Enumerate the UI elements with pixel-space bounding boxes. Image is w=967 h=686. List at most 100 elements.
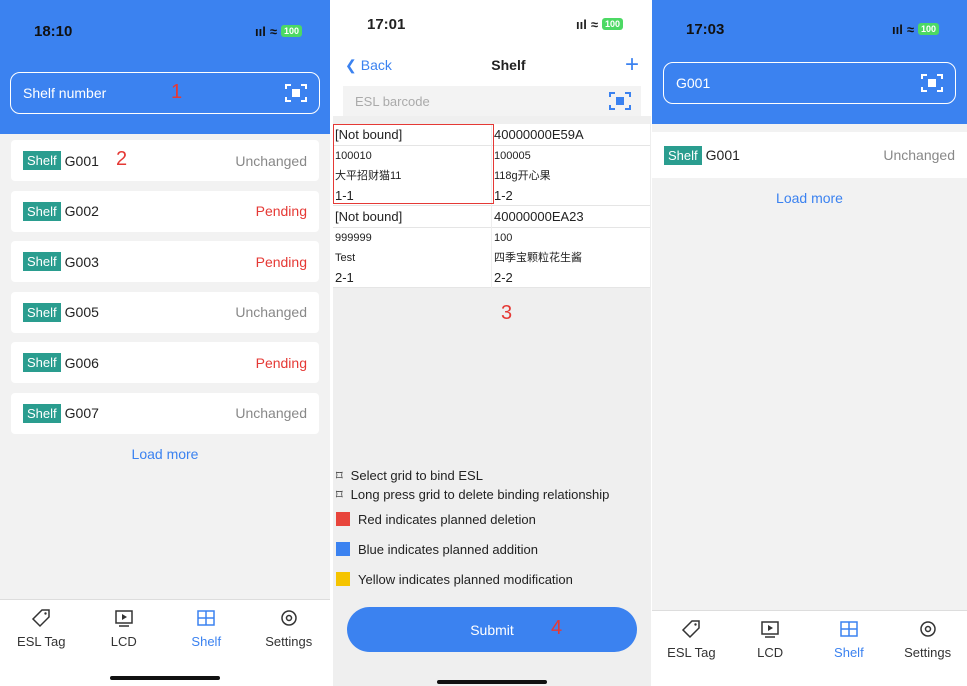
tab-esl-tag[interactable]: ESL Tag <box>0 608 83 686</box>
tag-icon <box>682 620 701 639</box>
gear-icon <box>919 621 936 637</box>
header-area: 17:03 ııl ≈ 100 G001 <box>652 0 967 124</box>
battery-icon: 100 <box>917 23 939 35</box>
grid-cell[interactable]: 40000000E59A 100005 118g开心果 1-2 <box>492 124 651 206</box>
wifi-icon: ≈ <box>906 21 914 37</box>
esl-placeholder: ESL barcode <box>355 93 430 109</box>
search-placeholder: Shelf number <box>23 85 107 101</box>
gear-icon <box>281 610 297 626</box>
shelf-tag: Shelf <box>23 403 61 423</box>
shelf-id: G007 <box>64 405 99 421</box>
screen-play-icon <box>761 621 779 638</box>
list-item[interactable]: Shelf G001 2 Unchanged <box>11 140 319 181</box>
tab-bar: ESL Tag LCD Shelf Settings <box>0 599 330 686</box>
tab-bar: ESL Tag LCD Shelf Settings <box>652 610 967 686</box>
hint-item: ⌑ Select grid to bind ESL <box>336 467 483 484</box>
shelf-tag: Shelf <box>664 145 702 165</box>
tab-shelf[interactable]: Shelf <box>810 619 889 686</box>
search-input[interactable]: Shelf number 1 <box>10 72 320 114</box>
submit-button[interactable]: Submit 4 <box>347 607 637 652</box>
signal-icon: ııl <box>254 23 266 39</box>
yellow-swatch <box>336 572 350 586</box>
grid-icon <box>197 610 215 626</box>
tab-lcd[interactable]: LCD <box>731 619 810 686</box>
list-item[interactable]: Shelf G002 Pending <box>11 190 319 232</box>
tag-icon <box>32 609 50 628</box>
tab-label: LCD <box>757 645 784 660</box>
status-bar: 18:10 ııl ≈ 100 <box>0 0 330 62</box>
tab-shelf[interactable]: Shelf <box>165 608 248 686</box>
barcode-scan-icon[interactable] <box>285 83 307 103</box>
row-status: Unchanged <box>883 147 955 163</box>
shelf-tag: Shelf <box>23 201 61 221</box>
tab-esl-tag[interactable]: ESL Tag <box>652 619 731 686</box>
status-time: 17:01 <box>367 15 406 33</box>
barcode-scan-icon[interactable] <box>609 91 631 111</box>
status-time: 18:10 <box>34 22 73 40</box>
tab-label: Shelf <box>834 645 864 660</box>
back-button[interactable]: ❮ Back <box>345 57 392 74</box>
list-item[interactable]: Shelf G005 Unchanged <box>11 291 319 333</box>
grid-cell[interactable]: [Not bound] 999999 Test 2-1 <box>333 206 492 288</box>
legend-item: Blue indicates planned addition <box>336 534 609 564</box>
nav-bar: ❮ Back Shelf + <box>333 48 651 82</box>
header-area: 18:10 ııl ≈ 100 Shelf number 1 <box>0 0 330 134</box>
shelf-tag: Shelf <box>23 353 61 372</box>
shelf-list: Shelf G001 2 Unchanged Shelf G002 Pending … <box>0 134 330 462</box>
barcode-scan-icon[interactable] <box>921 73 943 93</box>
grid-cell[interactable]: 40000000EA23 100 四季宝颗粒花生酱 2-2 <box>492 206 651 288</box>
search-value: G001 <box>676 75 711 91</box>
status-bar: 17:03 ııl ≈ 100 <box>652 0 967 58</box>
selection-highlight <box>333 124 494 204</box>
list-item[interactable]: Shelf G006 Pending <box>11 342 319 383</box>
row-status: Unchanged <box>235 152 307 169</box>
red-swatch <box>336 512 350 526</box>
tab-settings[interactable]: Settings <box>248 608 331 686</box>
row-status: Pending <box>255 354 307 371</box>
home-indicator <box>437 680 547 684</box>
status-time: 17:03 <box>686 20 725 38</box>
shelf-id: G001 <box>64 152 99 169</box>
annotation-2: 2 <box>116 148 128 170</box>
chevron-left-icon: ❮ <box>345 56 357 73</box>
shelf-tag: Shelf <box>23 151 61 170</box>
add-button[interactable]: + <box>625 53 639 77</box>
search-input[interactable]: G001 <box>663 62 956 104</box>
tab-label: Settings <box>904 645 952 660</box>
signal-icon: ııl <box>891 21 903 37</box>
annotation-4: 4 <box>551 617 563 639</box>
annotation-1: 1 <box>171 81 183 103</box>
screen-play-icon <box>115 610 133 627</box>
screen-shelf-list: 18:10 ııl ≈ 100 Shelf number 1 Shelf G001… <box>0 0 330 686</box>
annotation-3: 3 <box>501 302 513 324</box>
header-area: 17:01 ııl ≈ 100 ❮ Back Shelf + ESL barcod… <box>333 0 651 116</box>
bookmark-icon: ⌑ <box>336 486 343 502</box>
shelf-tag: Shelf <box>23 252 61 271</box>
tab-lcd[interactable]: LCD <box>83 608 166 686</box>
status-bar: 17:01 ııl ≈ 100 <box>333 0 651 48</box>
home-indicator <box>110 676 220 680</box>
wifi-icon: ≈ <box>269 23 277 39</box>
list-item[interactable]: Shelf G001 Unchanged <box>652 132 967 178</box>
legend-item: Red indicates planned deletion <box>336 504 609 534</box>
esl-barcode-input[interactable]: ESL barcode <box>343 86 641 116</box>
tab-settings[interactable]: Settings <box>888 619 967 686</box>
load-more-link[interactable]: Load more <box>11 446 319 462</box>
legend-item: Yellow indicates planned modification <box>336 564 609 594</box>
wifi-icon: ≈ <box>590 16 598 32</box>
row-status: Pending <box>255 203 307 219</box>
tab-label: ESL Tag <box>667 645 716 660</box>
shelf-id: G001 <box>705 147 740 163</box>
tab-label: Settings <box>265 634 313 649</box>
load-more-link[interactable]: Load more <box>652 190 967 206</box>
shelf-list: Shelf G001 Unchanged Load more <box>652 124 967 206</box>
tab-label: ESL Tag <box>17 634 66 649</box>
battery-icon: 100 <box>601 18 623 30</box>
row-status: Unchanged <box>235 405 307 421</box>
bookmark-icon: ⌑ <box>336 467 343 483</box>
list-item[interactable]: Shelf G003 Pending <box>11 241 319 282</box>
list-item[interactable]: Shelf G007 Unchanged <box>11 392 319 434</box>
blue-swatch <box>336 542 350 556</box>
battery-icon: 100 <box>280 25 302 37</box>
shelf-id: G006 <box>64 354 99 371</box>
